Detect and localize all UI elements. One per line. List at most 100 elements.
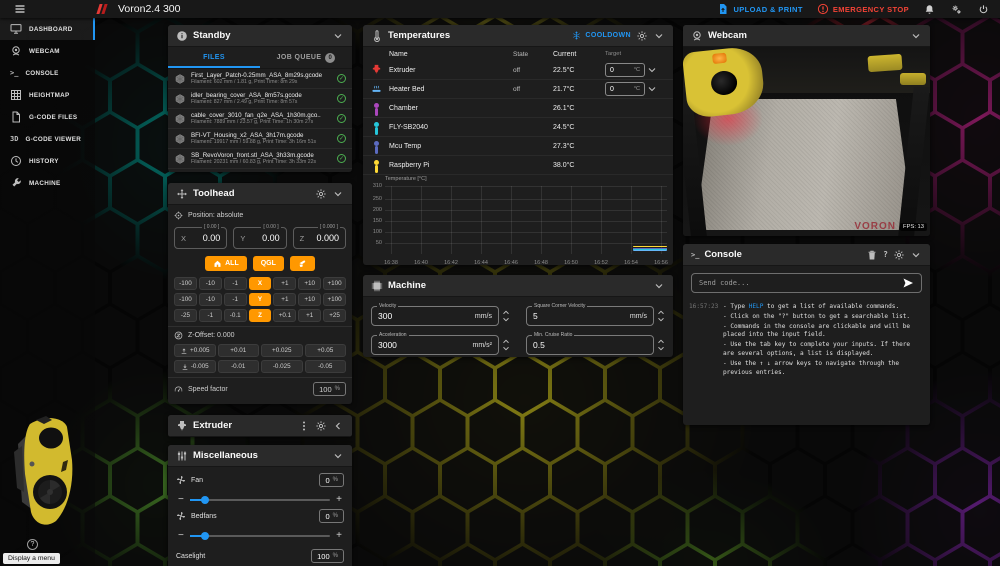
machine-field-input[interactable]: Min. Cruise Ratio 0.5 xyxy=(526,332,654,355)
sidebar-item-heightmap[interactable]: HEIGHTMAP xyxy=(0,84,95,106)
z-offset--0.05-button[interactable]: -0.05 xyxy=(304,360,346,373)
jog-y--1-button[interactable]: -1 xyxy=(223,293,247,306)
file-row[interactable]: SB_RevoVoron_front.stl_ASA_3h33m.gcode Fi… xyxy=(168,149,352,169)
sidebar-item-history[interactable]: HISTORY xyxy=(0,150,95,172)
fan-slider-increase-button[interactable]: + xyxy=(336,495,342,505)
speed-factor-value[interactable]: 100% xyxy=(313,382,346,396)
home-all-button[interactable]: ALL xyxy=(205,256,247,271)
chevron-down-icon[interactable] xyxy=(910,249,922,261)
temp-row-heater-bed[interactable]: Heater Bed off 21.7°C 0 °C xyxy=(363,80,673,99)
jog-y-+100-button[interactable]: +100 xyxy=(323,293,347,306)
clean-nozzle-button[interactable] xyxy=(289,256,315,271)
bedfans-slider-track[interactable] xyxy=(189,532,331,540)
chevron-down-icon[interactable] xyxy=(332,30,344,42)
axis-z-position-field[interactable]: [ 0.000 ] Z 0.000 xyxy=(292,224,346,249)
cooldown-button[interactable]: COOLDOWN xyxy=(572,31,631,40)
gear-icon[interactable] xyxy=(315,188,327,200)
fan-slider-track[interactable] xyxy=(189,496,331,504)
fan-slider-thumb[interactable] xyxy=(201,496,210,504)
spinner-up-icon[interactable] xyxy=(502,310,510,315)
temp-row-fly-sb2040[interactable]: FLY-SB2040 24.5°C xyxy=(363,118,673,137)
jog-y--100-button[interactable]: -100 xyxy=(174,293,197,306)
z-offset--0.005-button[interactable]: -0.005 xyxy=(174,360,216,373)
console-input[interactable] xyxy=(699,279,896,287)
speed-factor-slider-decrease-button[interactable]: − xyxy=(176,403,182,405)
interface-settings-icon[interactable] xyxy=(950,3,963,16)
jog-x--10-button[interactable]: -10 xyxy=(198,277,222,290)
sidebar-item-console[interactable]: >_ CONSOLE xyxy=(0,62,95,84)
jog-x-+10-button[interactable]: +10 xyxy=(298,277,322,290)
jog-y--10-button[interactable]: -10 xyxy=(198,293,222,306)
axis-y-position-field[interactable]: [ 0.00 ] Y 0.00 xyxy=(233,224,287,249)
spinner-up-icon[interactable] xyxy=(502,339,510,344)
machine-field-input[interactable]: Acceleration 3000 mm/s² xyxy=(371,332,499,355)
sidebar-item-g-code-files[interactable]: G-CODE FILES xyxy=(0,106,95,128)
preset-caret-icon[interactable] xyxy=(648,86,656,92)
bedfans-value[interactable]: 0% xyxy=(319,509,344,523)
jog-x-+1-button[interactable]: +1 xyxy=(273,277,297,290)
jog-y-+1-button[interactable]: +1 xyxy=(273,293,297,306)
chevron-down-icon[interactable] xyxy=(653,280,665,292)
caselight-value[interactable]: 100% xyxy=(311,549,344,563)
gear-icon[interactable] xyxy=(636,30,648,42)
temp-target-input[interactable]: 0 °C xyxy=(605,82,645,96)
z-offset-+0.025-button[interactable]: +0.025 xyxy=(261,344,303,357)
trash-icon[interactable] xyxy=(866,249,878,261)
machine-field-input[interactable]: Velocity 300 mm/s xyxy=(371,303,499,326)
jog-z-+0.1-button[interactable]: +0.1 xyxy=(273,309,297,322)
spinner-down-icon[interactable] xyxy=(502,346,510,351)
help-fab-button[interactable]: ? xyxy=(27,539,38,550)
hamburger-menu-icon[interactable] xyxy=(0,3,40,15)
temp-row-raspberry-pi[interactable]: Raspberry Pi 38.0°C xyxy=(363,156,673,175)
tab-job-queue[interactable]: JOB QUEUE 0 xyxy=(260,47,352,68)
preset-caret-icon[interactable] xyxy=(648,67,656,73)
z-offset--0.01-button[interactable]: -0.01 xyxy=(217,360,259,373)
speed-factor-slider-increase-button[interactable]: + xyxy=(338,403,344,405)
chevron-down-icon[interactable] xyxy=(332,188,344,200)
home-y-button[interactable]: Y xyxy=(248,293,272,306)
file-row[interactable]: idler_bearing_cover_ASA_8m57s.gcode Filam… xyxy=(168,89,352,109)
upload-print-button[interactable]: UPLOAD & PRINT xyxy=(717,3,802,15)
chevron-down-icon[interactable] xyxy=(653,30,665,42)
fan-value[interactable]: 0% xyxy=(319,473,344,487)
jog-z--25-button[interactable]: -25 xyxy=(174,309,197,322)
bedfans-slider-thumb[interactable] xyxy=(201,532,210,540)
temp-row-chamber[interactable]: Chamber 26.1°C xyxy=(363,99,673,118)
z-offset-+0.05-button[interactable]: +0.05 xyxy=(304,344,346,357)
home-qgl-button[interactable]: QGL xyxy=(252,256,284,271)
jog-y-+10-button[interactable]: +10 xyxy=(298,293,322,306)
jog-x--100-button[interactable]: -100 xyxy=(174,277,197,290)
temp-target-input[interactable]: 0 °C xyxy=(605,63,645,77)
jog-z--1-button[interactable]: -1 xyxy=(198,309,222,322)
machine-field-input[interactable]: Square Corner Velocity 5 mm/s xyxy=(526,303,654,326)
jog-z--0.1-button[interactable]: -0.1 xyxy=(223,309,247,322)
file-row[interactable]: cable_cover_3010_fan_q2e_ASA_1h30m.gco..… xyxy=(168,109,352,129)
temp-row-extruder[interactable]: Extruder off 22.5°C 0 °C xyxy=(363,61,673,80)
spinner-down-icon[interactable] xyxy=(657,346,665,351)
emergency-stop-button[interactable]: EMERGENCY STOP xyxy=(817,3,909,15)
home-z-button[interactable]: Z xyxy=(248,309,272,322)
power-icon[interactable] xyxy=(977,3,990,16)
temp-row-mcu-temp[interactable]: Mcu Temp 27.3°C xyxy=(363,137,673,156)
bedfans-slider-decrease-button[interactable]: − xyxy=(178,531,184,541)
file-row[interactable]: BFI-VT_Housing_x2_ASA_3h17m.gcode Filamen… xyxy=(168,129,352,149)
gear-icon[interactable] xyxy=(315,420,327,432)
jog-x-+100-button[interactable]: +100 xyxy=(323,277,347,290)
z-offset-+0.01-button[interactable]: +0.01 xyxy=(217,344,259,357)
z-offset-+0.005-button[interactable]: +0.005 xyxy=(174,344,216,357)
jog-z-+1-button[interactable]: +1 xyxy=(298,309,322,322)
kebab-menu-icon[interactable] xyxy=(298,420,310,432)
spinner-down-icon[interactable] xyxy=(502,317,510,322)
file-row[interactable]: First_Layer_Patch-0.25mm_ASA_8m29s.gcode… xyxy=(168,69,352,89)
sidebar-item-g-code-viewer[interactable]: 3D G-CODE VIEWER xyxy=(0,128,95,150)
console-command-link[interactable]: HELP xyxy=(749,303,764,310)
chevron-down-icon[interactable] xyxy=(332,450,344,462)
fan-slider-decrease-button[interactable]: − xyxy=(178,495,184,505)
spinner-down-icon[interactable] xyxy=(657,317,665,322)
chevron-left-icon[interactable] xyxy=(332,420,344,432)
tab-files[interactable]: FILES xyxy=(168,47,260,68)
axis-x-position-field[interactable]: [ 0.00 ] X 0.00 xyxy=(174,224,228,249)
bedfans-slider-increase-button[interactable]: + xyxy=(336,531,342,541)
jog-x--1-button[interactable]: -1 xyxy=(223,277,247,290)
sidebar-item-webcam[interactable]: WEBCAM xyxy=(0,40,95,62)
